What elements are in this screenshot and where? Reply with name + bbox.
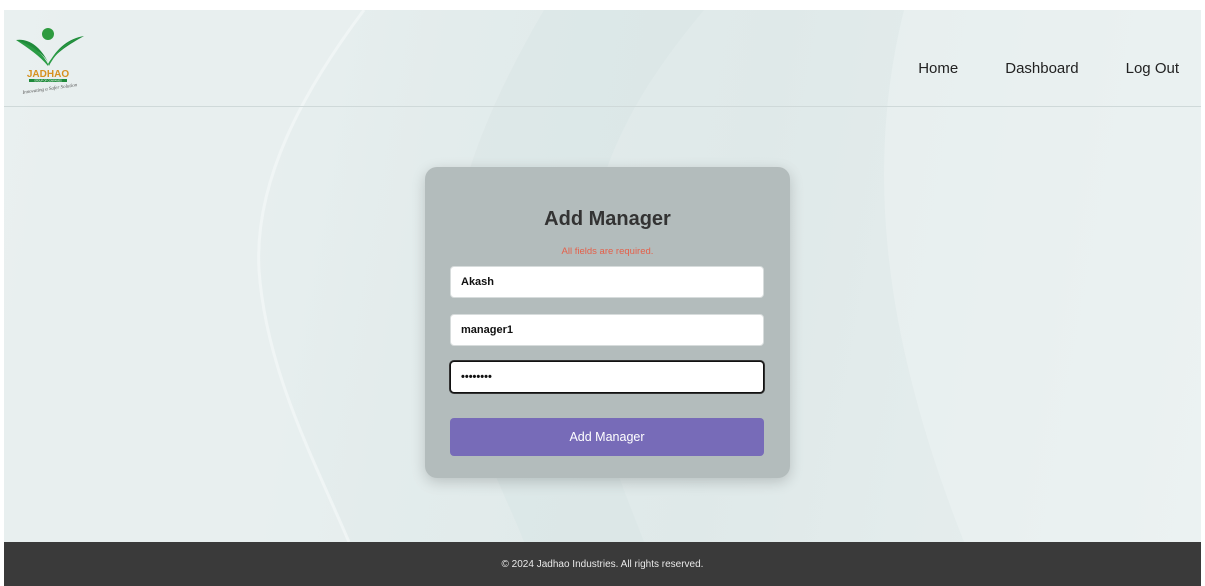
logo-tagline-text: Innovating a Safer Solution: [21, 83, 78, 96]
password-input[interactable]: [450, 361, 764, 393]
username-input[interactable]: [450, 314, 764, 346]
logo-right-leaf-icon: [49, 36, 84, 64]
app-viewport: JADHAO GROUP OF COMPANIES Innovating a S…: [4, 10, 1201, 586]
add-manager-card: Add Manager All fields are required. Add…: [425, 167, 790, 478]
logo-subtitle-text: GROUP OF COMPANIES: [34, 80, 62, 83]
form-error-message: All fields are required.: [561, 246, 654, 257]
company-logo: JADHAO GROUP OF COMPANIES Innovating a S…: [16, 28, 84, 96]
logo-link[interactable]: JADHAO GROUP OF COMPANIES Innovating a S…: [12, 18, 90, 96]
logo-dot-icon: [42, 28, 54, 40]
site-footer: © 2024 Jadhao Industries. All rights res…: [4, 542, 1201, 586]
logo-brand-text: JADHAO: [27, 69, 69, 80]
page: JADHAO GROUP OF COMPANIES Innovating a S…: [0, 0, 1205, 586]
name-input[interactable]: [450, 266, 764, 298]
add-manager-button[interactable]: Add Manager: [450, 418, 764, 456]
nav-logout-link[interactable]: Log Out: [1126, 60, 1179, 77]
footer-copyright: © 2024 Jadhao Industries. All rights res…: [501, 559, 704, 570]
form-title: Add Manager: [544, 208, 671, 230]
main-nav: Home Dashboard Log Out: [918, 60, 1179, 77]
nav-home-link[interactable]: Home: [918, 60, 958, 77]
site-header: JADHAO GROUP OF COMPANIES Innovating a S…: [4, 10, 1201, 107]
nav-dashboard-link[interactable]: Dashboard: [1005, 60, 1078, 77]
